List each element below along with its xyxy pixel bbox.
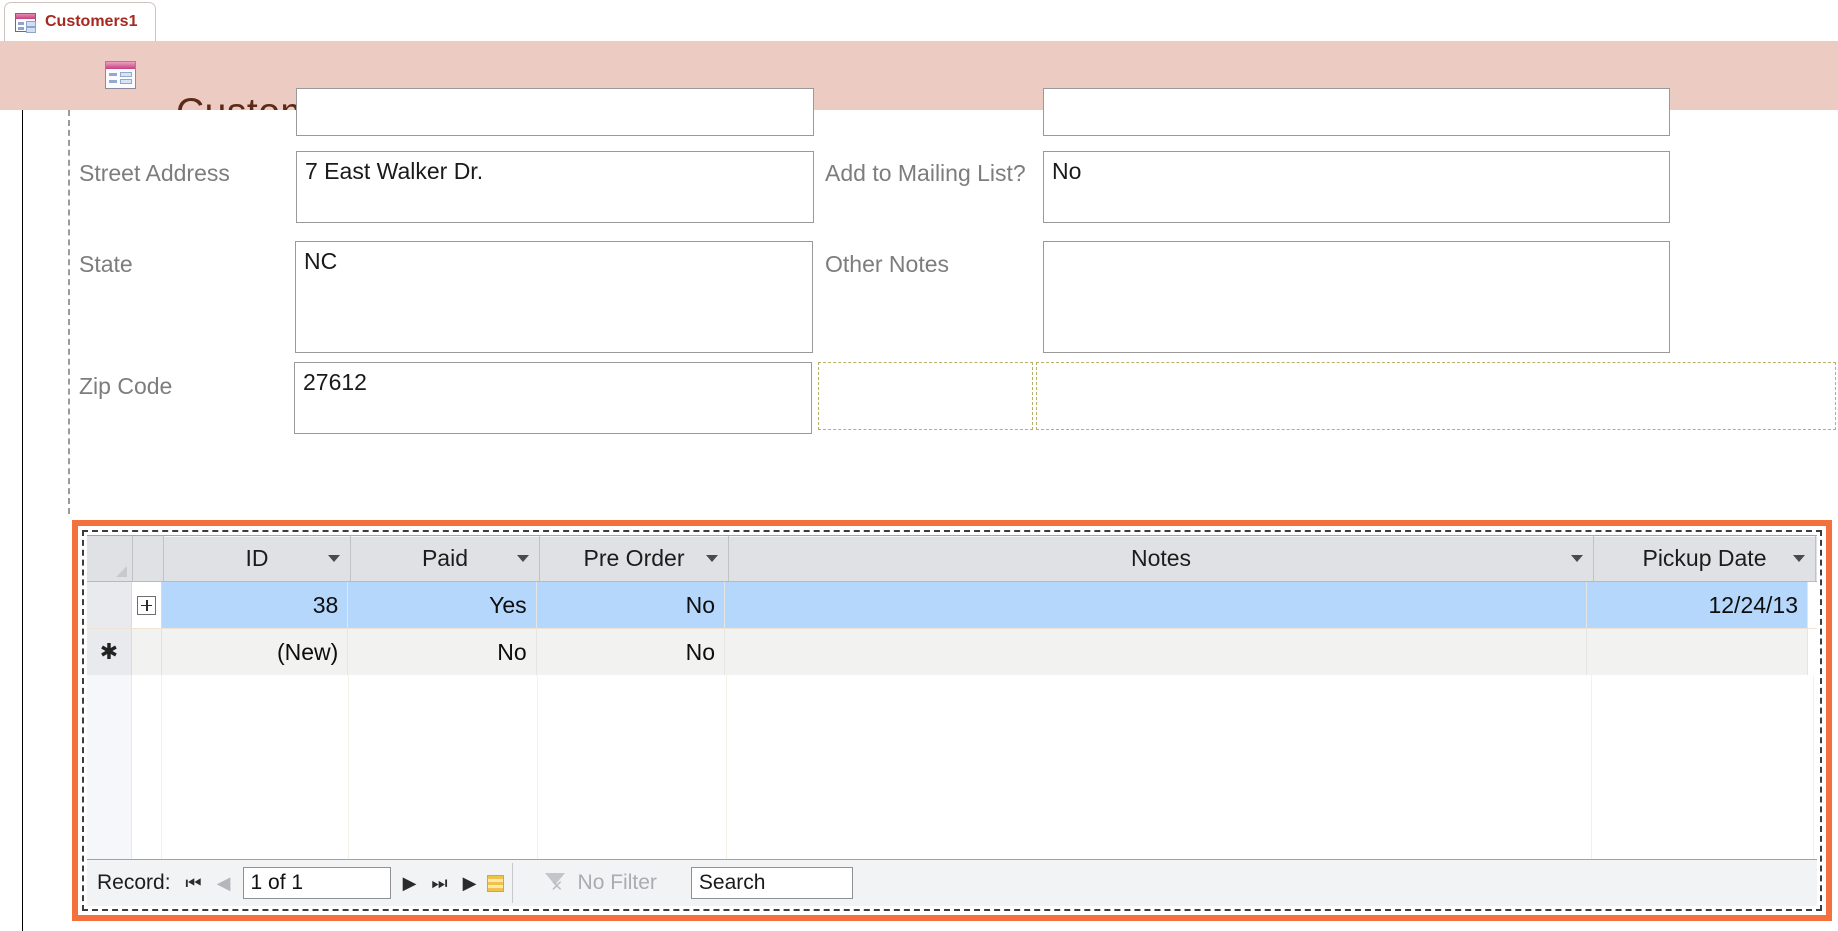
cell-pickup-date[interactable]: [1587, 629, 1808, 675]
field-box-above-left[interactable]: [296, 88, 814, 136]
column-header-paid-label: Paid: [422, 545, 468, 572]
column-header-notes-label: Notes: [1131, 545, 1191, 572]
field-input-street-address[interactable]: 7 East Walker Dr.: [296, 151, 814, 223]
field-label-state: State: [79, 251, 133, 278]
placeholder-region-a: [818, 362, 1033, 430]
field-label-other-notes: Other Notes: [825, 251, 949, 278]
filler-col-end: [1814, 675, 1817, 859]
next-record-button[interactable]: ▶: [395, 865, 425, 901]
expand-record-cell: [132, 629, 162, 675]
expand-plus-icon[interactable]: [137, 596, 156, 615]
document-tab-strip: Customers1: [0, 0, 1838, 42]
cell-pre-order[interactable]: No: [537, 582, 725, 628]
previous-record-button[interactable]: ◀: [209, 865, 239, 901]
cell-id[interactable]: (New): [162, 629, 348, 675]
detail-section-guide: [68, 110, 70, 514]
filler-col-pickup-date: [1592, 675, 1814, 859]
column-header-notes[interactable]: Notes: [729, 536, 1594, 581]
filler-col-notes: [727, 675, 1592, 859]
filler-col-paid: [349, 675, 538, 859]
filter-status[interactable]: No Filter: [543, 870, 657, 896]
column-header-pre-order-label: Pre Order: [584, 545, 685, 572]
new-record-selector[interactable]: ✱: [87, 629, 132, 675]
cell-paid[interactable]: No: [348, 629, 536, 675]
new-record-button[interactable]: ▶: [455, 865, 485, 901]
record-label: Record:: [97, 871, 171, 895]
chevron-down-icon[interactable]: [1571, 555, 1583, 562]
row-selector[interactable]: [87, 582, 132, 628]
gutter-column: [87, 675, 132, 859]
field-input-add-to-mailing-list[interactable]: No: [1043, 151, 1670, 223]
column-header-id[interactable]: ID: [164, 536, 351, 581]
chevron-down-icon[interactable]: [517, 555, 529, 562]
subform-dashed-border: ID Paid Pre Order Notes: [82, 530, 1822, 911]
field-box-above-right[interactable]: [1043, 88, 1670, 136]
placeholder-region-b: [1036, 362, 1836, 430]
subform-selection-frame[interactable]: ID Paid Pre Order Notes: [72, 520, 1832, 921]
field-label-add-to-mailing-list: Add to Mailing List?: [825, 160, 1026, 187]
cell-notes[interactable]: [725, 582, 1587, 628]
column-header-pre-order[interactable]: Pre Order: [540, 536, 729, 581]
cell-pickup-date[interactable]: 12/24/13: [1587, 582, 1808, 628]
filter-status-label: No Filter: [578, 871, 657, 895]
table-row[interactable]: 38 Yes No 12/24/13: [87, 582, 1817, 629]
datasheet: ID Paid Pre Order Notes: [87, 535, 1817, 906]
field-label-zip-code: Zip Code: [79, 373, 172, 400]
record-position-input[interactable]: 1 of 1: [243, 867, 391, 899]
document-tab-label: Customers1: [45, 13, 137, 31]
field-input-zip-code[interactable]: 27612: [294, 362, 812, 434]
chevron-down-icon[interactable]: [328, 555, 340, 562]
cell-notes[interactable]: [725, 629, 1587, 675]
column-header-pickup-date-label: Pickup Date: [1642, 545, 1766, 572]
column-header-paid[interactable]: Paid: [351, 536, 540, 581]
column-header-id-label: ID: [246, 545, 269, 572]
field-input-state[interactable]: NC: [295, 241, 813, 353]
cell-row-filler: [1808, 629, 1817, 675]
search-input[interactable]: Search: [691, 867, 853, 899]
filler-col-pre-order: [538, 675, 727, 859]
chevron-down-icon[interactable]: [706, 555, 718, 562]
filler-expand-column: [132, 675, 162, 859]
datasheet-header-row: ID Paid Pre Order Notes: [87, 536, 1817, 582]
datasheet-empty-area: [87, 675, 1817, 859]
cell-row-filler: [1808, 582, 1817, 628]
field-label-street-address: Street Address: [79, 160, 230, 187]
cell-pre-order[interactable]: No: [537, 629, 725, 675]
chevron-down-icon[interactable]: [1793, 555, 1805, 562]
document-tab-customers1[interactable]: Customers1: [4, 2, 156, 41]
filler-col-id: [162, 675, 349, 859]
expand-record-cell[interactable]: [132, 582, 162, 628]
expand-column-header: [133, 536, 164, 581]
form-icon: [15, 13, 36, 32]
window-left-border: [22, 110, 23, 931]
record-navigation-bar: Record: ⏮ ◀ 1 of 1 ▶ ⏭ ▶ No Filter Searc…: [87, 859, 1817, 906]
table-row[interactable]: ✱ (New) No No: [87, 629, 1817, 676]
form-icon: [105, 61, 136, 89]
field-input-other-notes[interactable]: [1043, 241, 1670, 353]
select-all-corner[interactable]: [87, 536, 133, 581]
access-form-window: Customers1 Customers Street Address 7 Ea…: [0, 0, 1838, 931]
first-record-button[interactable]: ⏮: [179, 865, 209, 901]
column-header-pickup-date[interactable]: Pickup Date: [1594, 536, 1816, 581]
filter-icon: [543, 870, 569, 896]
nav-separator: [512, 863, 513, 903]
cell-paid[interactable]: Yes: [348, 582, 536, 628]
column-header-filler: [1816, 536, 1817, 581]
new-record-icon[interactable]: [487, 875, 504, 892]
last-record-button[interactable]: ⏭: [425, 865, 455, 901]
cell-id[interactable]: 38: [162, 582, 348, 628]
